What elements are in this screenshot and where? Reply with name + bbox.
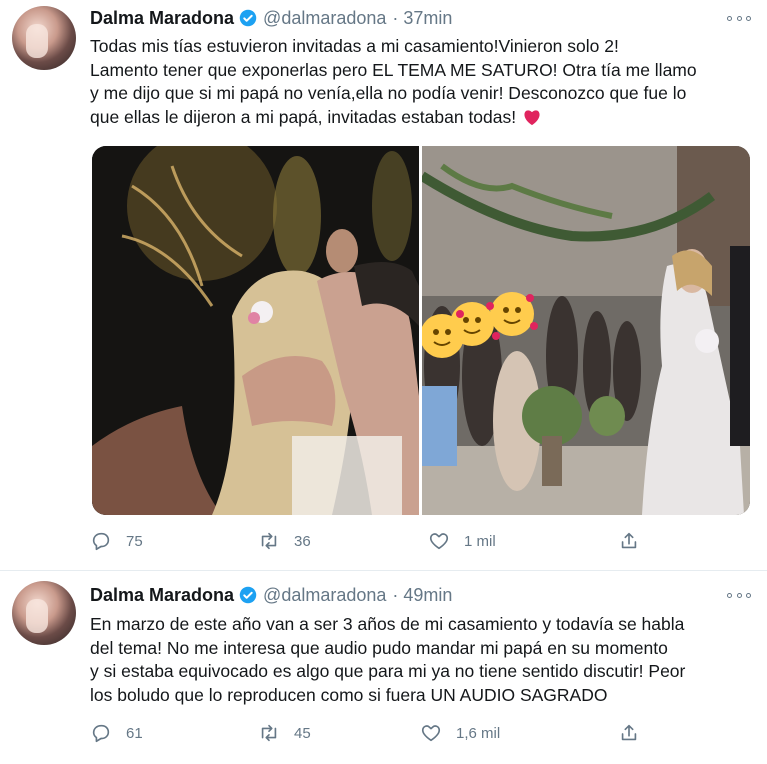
retweet-count: 36 (294, 532, 311, 550)
reply-button[interactable]: 75 (90, 530, 143, 552)
author-handle[interactable]: @dalmaradona (263, 8, 386, 29)
share-icon (621, 724, 637, 741)
like-button[interactable]: 1,6 mil (420, 722, 500, 744)
verified-icon (239, 586, 257, 604)
like-count: 1,6 mil (456, 724, 501, 742)
tweet-text: En marzo de este año van a ser 3 años de… (90, 614, 686, 705)
retweet-icon (261, 532, 277, 550)
reply-icon (92, 724, 110, 743)
heart-icon (429, 533, 449, 550)
share-button[interactable] (618, 530, 654, 552)
heart-emoji-icon (524, 109, 540, 125)
like-count: 1 mil (464, 532, 496, 550)
avatar[interactable] (12, 581, 76, 645)
author-name[interactable]: Dalma Maradona (90, 8, 234, 29)
heart-icon (421, 725, 441, 742)
tweet[interactable]: Dalma Maradona @dalmaradona · 37min Toda… (0, 0, 767, 571)
like-button[interactable]: 1 mil (428, 530, 496, 552)
tweet-header: Dalma Maradona @dalmaradona · 37min (90, 6, 452, 30)
tweet[interactable]: Dalma Maradona @dalmaradona · 49min En m… (0, 571, 767, 764)
reply-count: 75 (126, 532, 143, 550)
photo-embrace[interactable] (92, 146, 419, 515)
tweet-header: Dalma Maradona @dalmaradona · 49min (90, 583, 452, 607)
reply-count: 61 (126, 724, 143, 742)
tweet-actions: 75 36 1 mil (90, 530, 650, 556)
more-options-icon[interactable] (727, 8, 751, 28)
retweet-count: 45 (294, 724, 311, 742)
avatar[interactable] (12, 6, 76, 70)
share-icon (621, 532, 637, 549)
photo-ceremony[interactable] (422, 146, 750, 515)
share-button[interactable] (618, 722, 654, 744)
tweet-time[interactable]: · 49min (392, 585, 452, 606)
retweet-icon (261, 724, 277, 742)
retweet-button[interactable]: 36 (258, 530, 311, 552)
reply-icon (92, 532, 110, 551)
media-grid[interactable] (92, 146, 750, 515)
tweet-actions: 61 45 1,6 mil (90, 722, 650, 748)
retweet-button[interactable]: 45 (258, 722, 311, 744)
tweet-text: Todas mis tías estuvieron invitadas a mi… (90, 36, 697, 127)
more-options-icon[interactable] (727, 585, 751, 605)
author-name[interactable]: Dalma Maradona (90, 585, 234, 606)
author-handle[interactable]: @dalmaradona (263, 585, 386, 606)
tweet-time[interactable]: · 37min (392, 8, 452, 29)
verified-icon (239, 9, 257, 27)
reply-button[interactable]: 61 (90, 722, 143, 744)
